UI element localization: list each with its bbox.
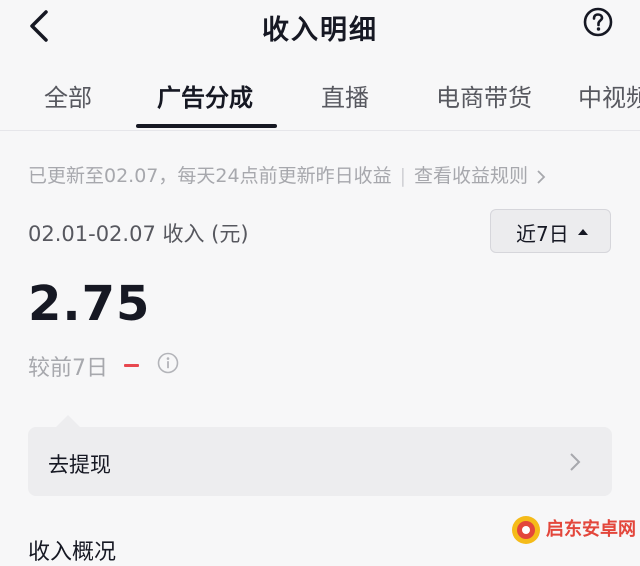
active-tab-indicator xyxy=(136,124,277,128)
tab-all[interactable]: 全部 xyxy=(44,78,92,113)
divider: | xyxy=(399,165,406,187)
watermark-text: 启东安卓网 xyxy=(546,519,636,540)
section-title: 收入概况 xyxy=(28,540,117,565)
header: 收入明细 xyxy=(0,0,640,52)
revenue-rules-link[interactable]: 查看收益规则 xyxy=(414,165,528,187)
tab-live[interactable]: 直播 xyxy=(321,78,369,113)
question-circle-icon[interactable] xyxy=(583,7,613,37)
chevron-right-icon xyxy=(570,453,581,471)
period-label: 02.01-02.07 收入 (元) xyxy=(28,222,249,246)
chevron-right-icon xyxy=(537,169,546,184)
comparison-label: 较前7日 xyxy=(28,356,108,381)
withdraw-button[interactable]: 去提现 xyxy=(28,415,612,496)
caret-up-icon xyxy=(578,229,588,235)
tab-ad-revenue[interactable]: 广告分成 xyxy=(157,78,253,113)
update-notice-text: 已更新至02.07，每天24点前更新昨日收益 xyxy=(28,165,392,187)
withdraw-label: 去提现 xyxy=(48,453,111,477)
date-range-label: 近7日 xyxy=(516,222,569,246)
watermark-logo-icon xyxy=(512,516,540,544)
info-icon[interactable] xyxy=(157,352,179,374)
page-title: 收入明细 xyxy=(262,15,378,46)
revenue-amount: 2.75 xyxy=(28,276,151,332)
update-notice: 已更新至02.07，每天24点前更新昨日收益 | 查看收益规则 xyxy=(28,161,628,188)
watermark: 启东安卓网 xyxy=(504,510,640,548)
tab-bar: 全部 广告分成 直播 电商带货 中视频 xyxy=(0,68,640,131)
date-range-dropdown[interactable]: 近7日 xyxy=(490,209,611,253)
tab-ecommerce[interactable]: 电商带货 xyxy=(436,78,532,113)
comparison-change-indicator xyxy=(124,364,139,367)
tab-mid-video[interactable]: 中视频 xyxy=(578,78,640,113)
